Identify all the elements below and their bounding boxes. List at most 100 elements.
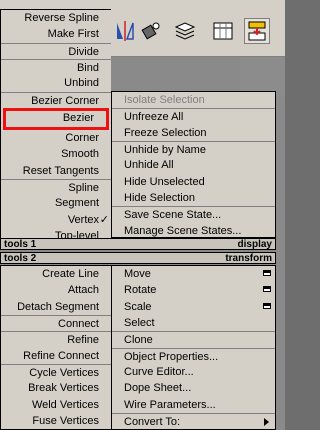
menu-item-smooth[interactable]: Smooth [1,146,111,162]
menu-item-label: Freeze Selection [124,126,207,139]
menu-item-label: Cycle Vertices [29,367,99,380]
menu-item-unbind[interactable]: Unbind [1,75,111,91]
menu-item-label: Clone [124,334,153,347]
menu-item-label: Segment [54,197,99,210]
menu-item-clone[interactable]: Clone [112,331,275,347]
menu-item-save-scene-state[interactable]: Save Scene State... [112,206,275,222]
settings-box-icon[interactable] [263,286,271,293]
menu-item-label: Make First [47,28,99,41]
menu-item-hide-unselected[interactable]: Hide Unselected [112,174,275,190]
menu-item-label: Manage Scene States... [124,224,242,237]
menu-item-label: Connect [58,318,99,331]
quad-top-left: Reverse Spline Make First Divide Bind Un… [0,9,111,246]
schematic-view-icon[interactable] [244,18,270,44]
menu-item-label: Refine [67,334,99,347]
menu-item-convert-to[interactable]: Convert To: [112,413,275,429]
menu-item-bezier[interactable]: Bezier [3,108,109,131]
menu-item-fuse-vertices[interactable]: Fuse Vertices [1,413,111,429]
menu-item-bezier-corner[interactable]: Bezier Corner [1,91,111,108]
menu-item-label: Bezier Corner [31,94,99,107]
menu-item-detach-segment[interactable]: Detach Segment [1,299,111,315]
menu-item-manage-scene-states[interactable]: Manage Scene States... [112,223,275,239]
menu-item-label: Attach [67,284,99,297]
menu-item-label: Weld Vertices [31,398,99,411]
menu-item-reverse-spline[interactable]: Reverse Spline [1,10,111,26]
menu-item-unfreeze-all[interactable]: Unfreeze All [112,108,275,124]
layers-icon[interactable] [172,18,198,44]
menu-item-move[interactable]: Move [112,266,275,282]
checkmark-icon: ✓ [99,213,109,226]
menu-item-refine[interactable]: Refine [1,331,111,347]
menu-item-curve-editor[interactable]: Curve Editor... [112,364,275,380]
menu-item-label: Break Vertices [28,382,99,395]
menu-item-spline[interactable]: Spline [1,179,111,195]
menu-item-label: Select [124,317,155,330]
curve-editor-icon[interactable] [210,18,236,44]
menu-item-create-line[interactable]: Create Line [1,266,111,282]
menu-item-unhide-all[interactable]: Unhide All [112,157,275,173]
menu-item-label: Unfreeze All [124,111,184,124]
menu-item-label: Unbind [64,77,99,90]
submenu-arrow-icon [264,418,269,427]
menu-item-make-first[interactable]: Make First [1,26,111,42]
settings-box-icon[interactable] [263,270,271,276]
menu-item-cycle-vertices[interactable]: Cycle Vertices [1,364,111,380]
quad-bottom-left: Create Line Attach Detach Segment Connec… [0,265,111,430]
mirror-icon[interactable] [112,18,138,44]
menu-item-label: Detach Segment [17,300,99,313]
menu-item-freeze-selection[interactable]: Freeze Selection [112,125,275,141]
menu-item-select[interactable]: Select [112,315,275,331]
menu-item-label: Move [124,268,151,280]
header-tools1-display: tools 1 display [0,238,276,250]
menu-item-unhide-by-name[interactable]: Unhide by Name [112,141,275,157]
menu-item-vertex[interactable]: Vertex ✓ [1,212,111,228]
header-tools1-label: tools 1 [4,239,37,250]
menu-item-rotate[interactable]: Rotate [112,282,275,298]
menu-item-label: Curve Editor... [124,366,194,379]
menu-item-label: Unhide All [124,159,174,172]
menu-item-label: Smooth [61,148,99,161]
menu-item-isolate-selection: Isolate Selection [112,92,275,108]
menu-item-connect[interactable]: Connect [1,315,111,331]
menu-item-label: Refine Connect [23,349,99,362]
menu-item-label: Spline [68,182,99,195]
quad-top-right: Isolate Selection Unfreeze All Freeze Se… [111,91,276,238]
menu-item-label: Reverse Spline [24,12,99,24]
settings-box-icon[interactable] [263,302,271,309]
menu-item-label: Bind [76,62,99,75]
menu-item-wire-parameters[interactable]: Wire Parameters... [112,397,275,413]
menu-item-label: Fuse Vertices [32,415,99,428]
menu-item-label: Corner [65,132,99,145]
menu-item-attach[interactable]: Attach [1,282,111,298]
menu-item-divide[interactable]: Divide [1,42,111,59]
menu-item-dope-sheet[interactable]: Dope Sheet... [112,380,275,396]
menu-item-bind[interactable]: Bind [1,59,111,75]
menu-item-label: Dope Sheet... [124,382,192,395]
quad-bottom-right: Move Rotate Scale Select Clone Object Pr… [111,265,276,430]
menu-item-label: Hide Unselected [124,175,205,188]
menu-item-label: Object Properties... [124,350,219,363]
header-display-label: display [237,239,272,250]
menu-item-label: Bezier [62,112,94,125]
menu-item-label: Reset Tangents [22,164,99,177]
menu-item-break-vertices[interactable]: Break Vertices [1,380,111,396]
menu-item-label: Rotate [124,284,157,297]
menu-item-corner[interactable]: Corner [1,130,111,146]
menu-item-label: Vertex [67,213,99,226]
menu-item-label: Wire Parameters... [124,398,216,411]
menu-item-scale[interactable]: Scale [112,299,275,315]
header-tools2-transform: tools 2 transform [0,252,276,264]
menu-item-label: Divide [68,45,99,58]
menu-item-label: Isolate Selection [124,94,205,106]
menu-item-segment[interactable]: Segment [1,195,111,211]
header-transform-label: transform [225,253,272,264]
menu-item-label: Scale [124,300,152,313]
menu-item-object-properties[interactable]: Object Properties... [112,347,275,364]
menu-item-reset-tangents[interactable]: Reset Tangents [1,163,111,179]
menu-item-label: Unhide by Name [124,144,206,157]
menu-item-weld-vertices[interactable]: Weld Vertices [1,397,111,413]
align-icon[interactable] [138,18,164,44]
menu-item-label: Hide Selection [124,192,195,205]
menu-item-hide-selection[interactable]: Hide Selection [112,190,275,206]
menu-item-refine-connect[interactable]: Refine Connect [1,348,111,364]
